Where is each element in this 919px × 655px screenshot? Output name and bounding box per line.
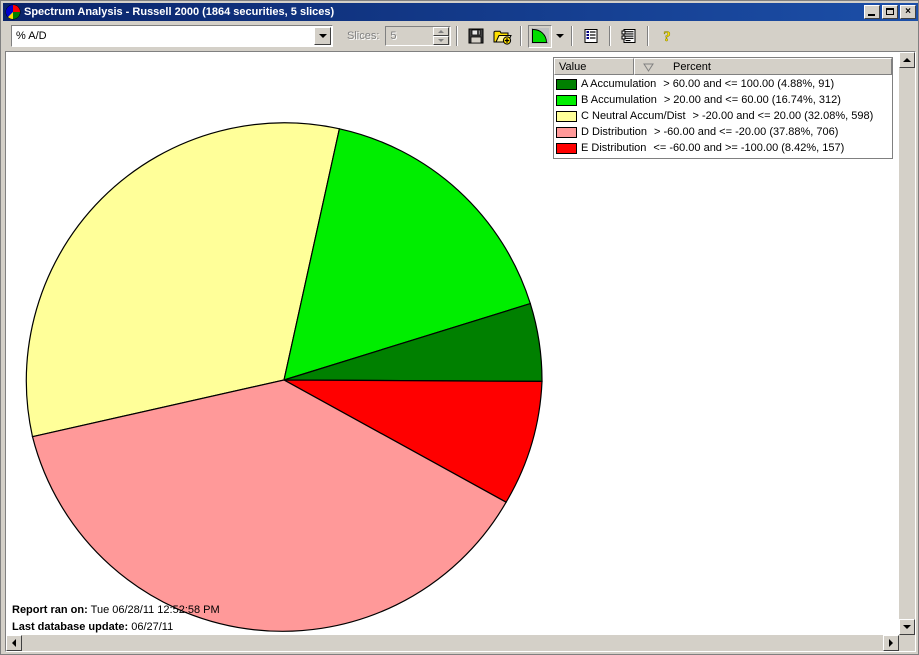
list-view-icon [584, 29, 598, 43]
pie-chart-app-icon [5, 4, 21, 20]
indicator-combo-value: % A/D [16, 30, 47, 42]
chevron-down-icon [903, 625, 911, 629]
indicator-combo[interactable]: % A/D [11, 25, 333, 47]
indicator-combo-arrow[interactable] [314, 27, 331, 45]
toolbar-separator [520, 26, 523, 46]
svg-text:?: ? [664, 29, 672, 44]
chart-type-button[interactable] [528, 24, 553, 48]
legend-column-value[interactable]: Value [554, 58, 634, 75]
close-button[interactable]: × [900, 5, 916, 19]
chevron-down-icon [555, 34, 564, 38]
legend-range-e: <= -60.00 and >= -100.00 (8.42%, 157) [653, 142, 845, 154]
legend-rows: A Accumulation > 60.00 and <= 100.00 (4.… [554, 75, 892, 158]
scroll-up-button[interactable] [899, 52, 915, 68]
legend-column-percent[interactable]: Percent [634, 58, 892, 75]
scroll-right-button[interactable] [883, 635, 899, 651]
scroll-down-button[interactable] [899, 619, 915, 635]
slices-increment-button[interactable] [433, 27, 450, 36]
window-controls: × [864, 5, 916, 19]
last-update-line: Last database update: 06/27/11 [12, 619, 220, 636]
legend-range-d: > -60.00 and <= -20.00 (37.88%, 706) [654, 126, 839, 138]
chevron-up-icon [438, 30, 445, 33]
toolbar: % A/D Slices: 5 ? [3, 22, 918, 50]
toolbar-separator [571, 26, 574, 46]
title-bar[interactable]: Spectrum Analysis - Russell 2000 (1864 s… [3, 3, 918, 21]
legend-range-b: > 20.00 and <= 60.00 (16.74%, 312) [663, 94, 841, 106]
chart-type-dropdown[interactable] [553, 25, 566, 48]
chart-canvas[interactable]: Value Percent A Accumulation > 60.00 and… [6, 52, 899, 635]
slices-stepper[interactable]: 5 [385, 26, 452, 46]
report-view-button[interactable] [617, 25, 641, 48]
client-area: Value Percent A Accumulation > 60.00 and… [5, 51, 916, 652]
last-update-label: Last database update: [12, 621, 129, 633]
open-folder-icon [493, 30, 512, 45]
window-title: Spectrum Analysis - Russell 2000 (1864 s… [24, 6, 335, 18]
legend-item-d[interactable]: D Distribution > -60.00 and <= -20.00 (3… [554, 124, 892, 140]
chevron-right-icon [889, 639, 893, 647]
horizontal-scroll-track[interactable] [22, 635, 883, 651]
legend-range-c: > -20.00 and <= 20.00 (32.08%, 598) [692, 110, 874, 122]
slices-decrement-button[interactable] [433, 36, 450, 45]
legend-panel: Value Percent A Accumulation > 60.00 and… [553, 57, 893, 159]
scroll-left-button[interactable] [6, 635, 22, 651]
legend-item-e[interactable]: E Distribution <= -60.00 and >= -100.00 … [554, 140, 892, 156]
floppy-disk-icon [468, 28, 484, 43]
save-button[interactable] [464, 25, 488, 48]
report-ran-value: Tue 06/28/11 12:52:58 PM [90, 604, 220, 616]
minimize-button[interactable] [864, 5, 880, 19]
legend-range-a: > 60.00 and <= 100.00 (4.88%, 91) [663, 78, 835, 90]
legend-swatch-e [556, 142, 577, 154]
legend-label-c: C Neutral Accum/Dist [581, 110, 686, 122]
chevron-left-icon [12, 639, 16, 647]
pie-chart[interactable] [6, 52, 566, 652]
chevron-up-icon [903, 58, 911, 62]
legend-swatch-b [556, 94, 577, 106]
legend-label-b: B Accumulation [581, 94, 657, 106]
slices-value: 5 [390, 30, 397, 42]
legend-item-c[interactable]: C Neutral Accum/Dist > -20.00 and <= 20.… [554, 108, 892, 124]
toolbar-separator [647, 26, 650, 46]
legend-item-a[interactable]: A Accumulation > 60.00 and <= 100.00 (4.… [554, 76, 892, 92]
legend-label-e: E Distribution [581, 142, 647, 154]
sort-ascending-icon [643, 63, 654, 72]
legend-swatch-c [556, 110, 577, 122]
vertical-scroll-track[interactable] [899, 68, 915, 619]
report-view-icon [621, 29, 636, 43]
spectrum-analysis-window: Spectrum Analysis - Russell 2000 (1864 s… [0, 0, 919, 655]
report-footer: Report ran on: Tue 06/28/11 12:52:58 PM … [12, 602, 220, 636]
legend-label-d: D Distribution [581, 126, 648, 138]
toolbar-separator [456, 26, 459, 46]
horizontal-scrollbar[interactable] [6, 635, 899, 651]
chevron-down-icon [438, 39, 445, 42]
help-button[interactable]: ? [655, 25, 679, 48]
scrollbar-corner [899, 635, 915, 651]
list-view-button[interactable] [579, 25, 603, 48]
slices-spin-buttons[interactable] [433, 27, 450, 45]
last-update-value: 06/27/11 [131, 621, 174, 633]
pie-chart-icon [531, 28, 550, 44]
question-mark-icon: ? [663, 29, 672, 44]
open-button[interactable] [490, 25, 514, 48]
legend-header-row: Value Percent [554, 58, 892, 75]
close-icon: × [905, 6, 911, 17]
maximize-button[interactable] [882, 5, 898, 19]
report-ran-label: Report ran on: [12, 604, 88, 616]
chevron-down-icon [318, 34, 327, 38]
legend-swatch-a [556, 78, 577, 90]
toolbar-separator [609, 26, 612, 46]
vertical-scrollbar[interactable] [899, 52, 915, 635]
legend-label-a: A Accumulation [581, 78, 657, 90]
legend-column-percent-label: Percent [673, 60, 711, 73]
slices-label: Slices: [347, 30, 380, 42]
report-ran-line: Report ran on: Tue 06/28/11 12:52:58 PM [12, 602, 220, 619]
legend-swatch-d [556, 126, 577, 138]
legend-item-b[interactable]: B Accumulation > 20.00 and <= 60.00 (16.… [554, 92, 892, 108]
